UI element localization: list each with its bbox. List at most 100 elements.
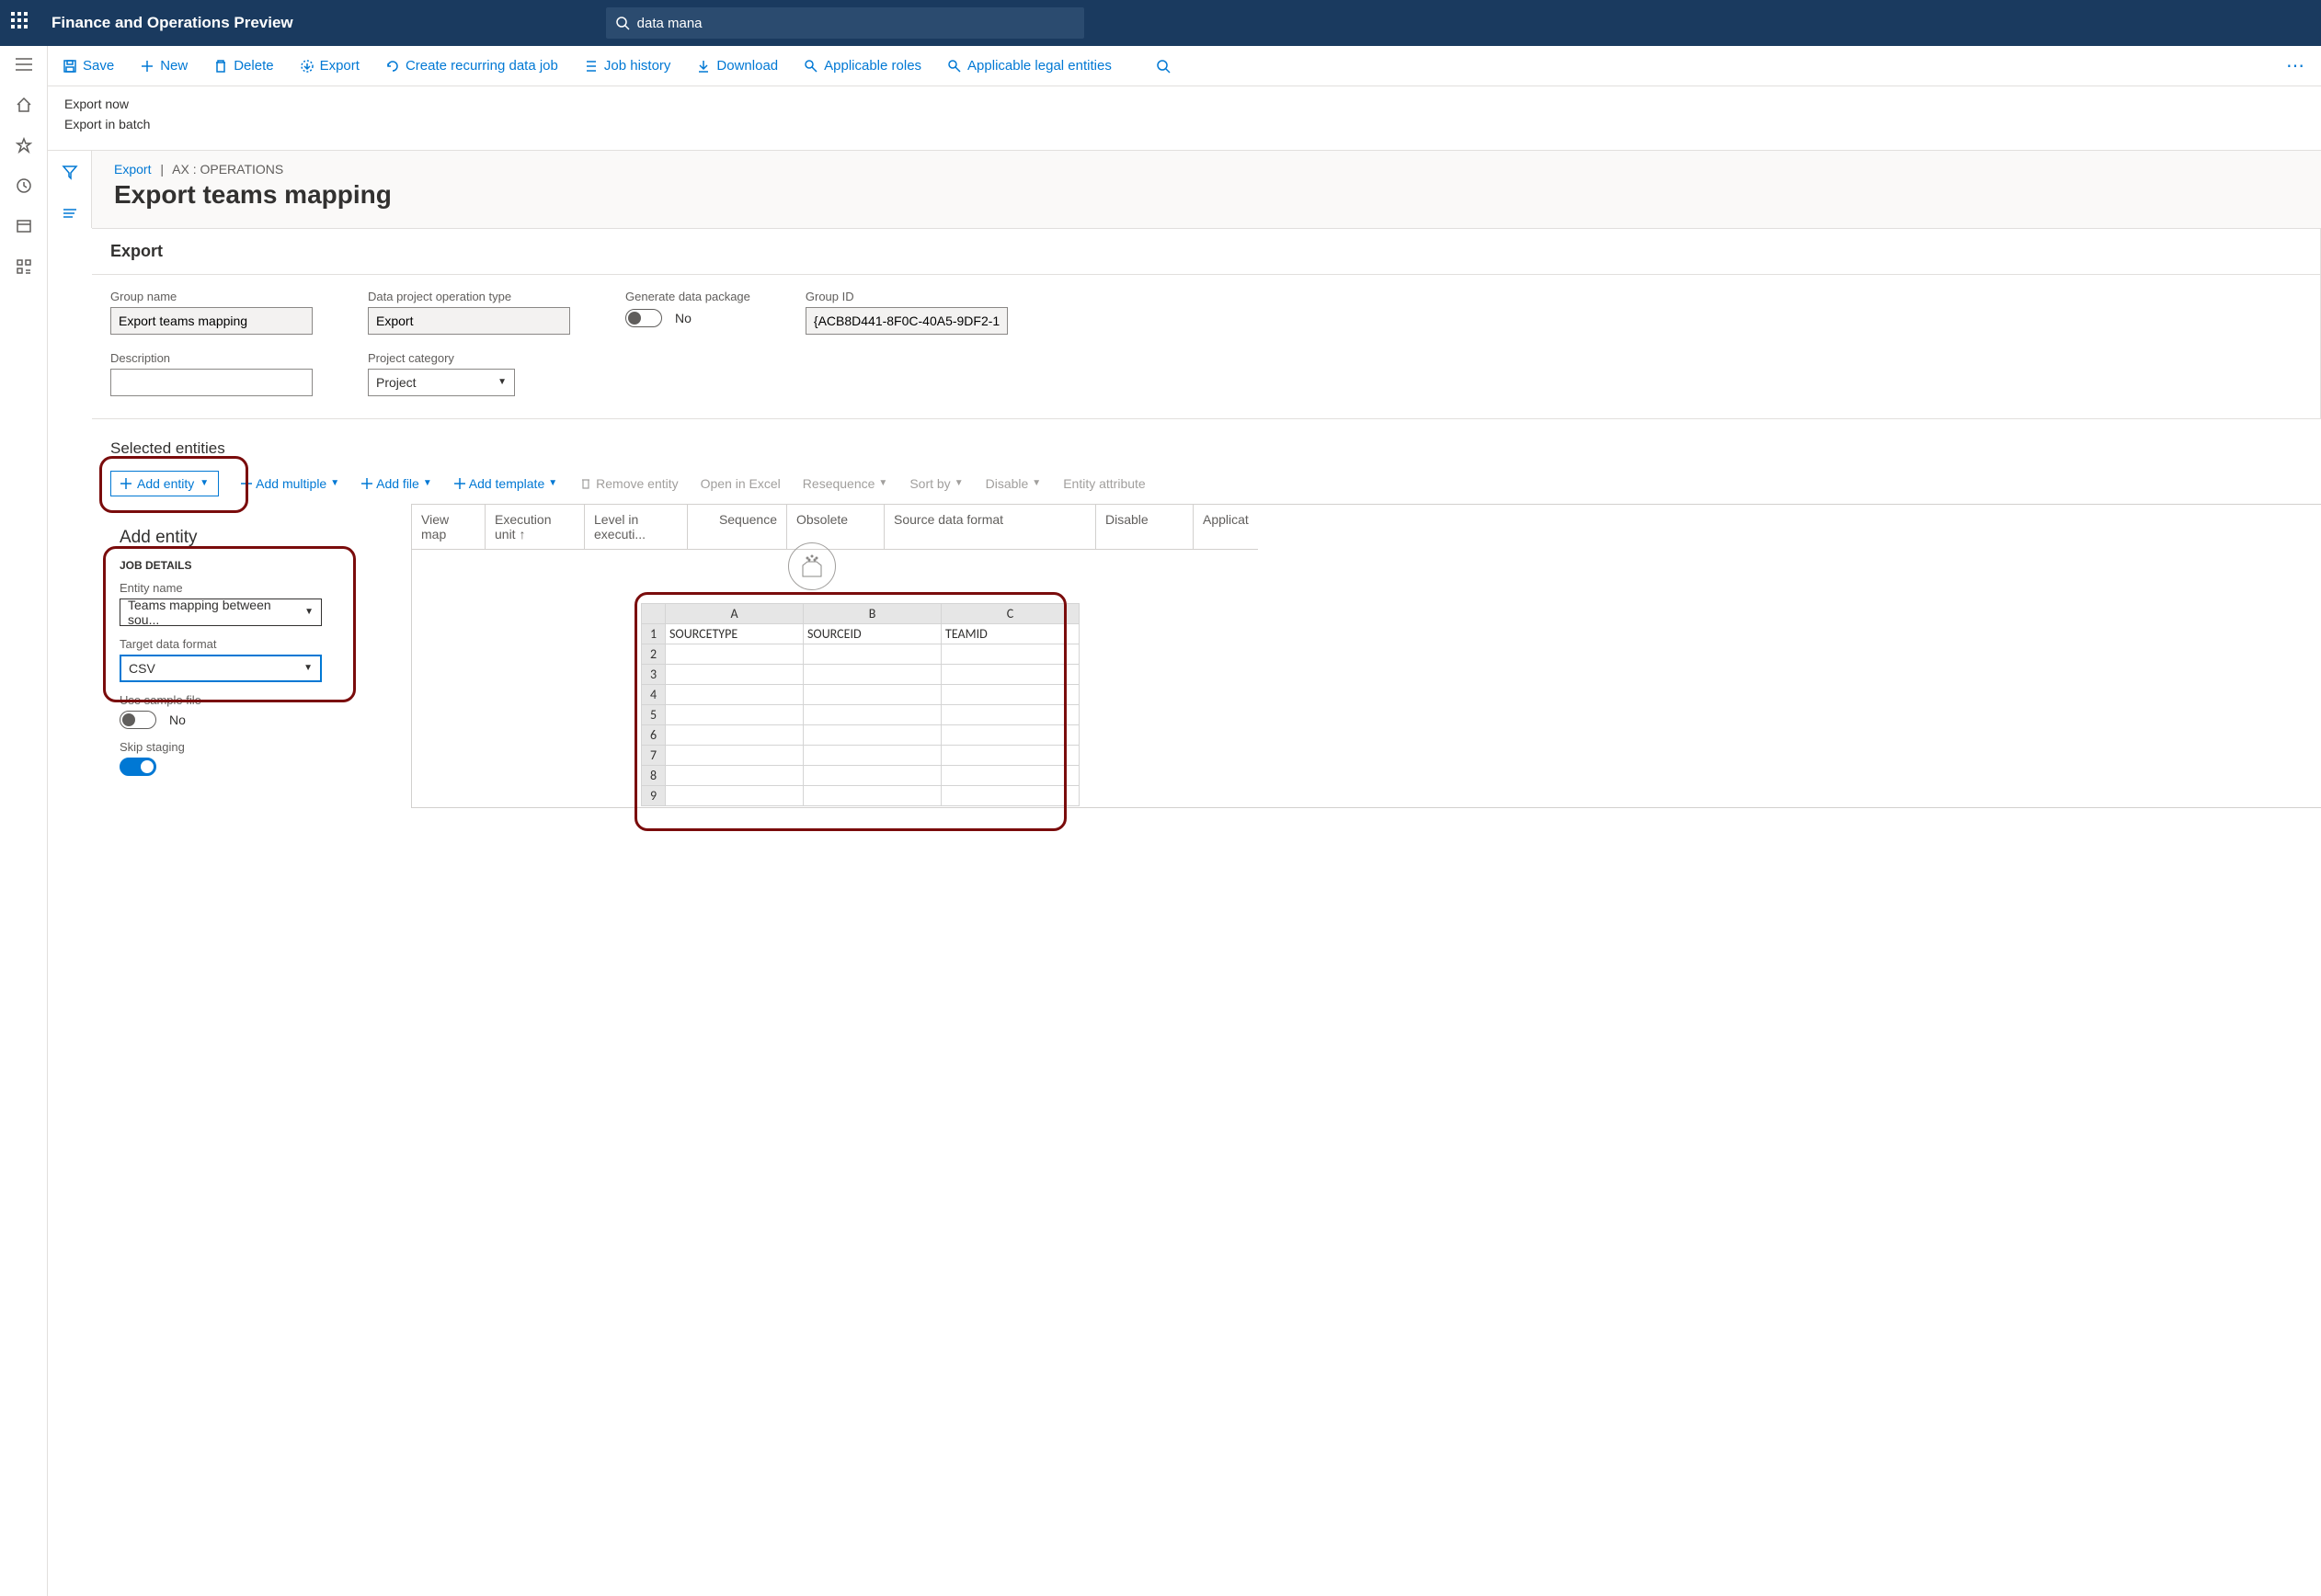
cell[interactable] [942,664,1080,684]
cell[interactable] [666,644,804,664]
cell[interactable] [666,785,804,805]
disable-button[interactable]: Disable▼ [986,476,1042,491]
open-in-excel-button[interactable]: Open in Excel [701,476,781,491]
cell[interactable] [666,664,804,684]
cell[interactable] [804,724,942,745]
remove-entity-button[interactable]: Remove entity [579,476,678,491]
project-category-select[interactable]: Project▼ [368,369,515,396]
cell[interactable] [804,785,942,805]
cell[interactable] [666,724,804,745]
job-history-button[interactable]: Job history [584,58,671,74]
list-icon[interactable] [62,207,78,222]
more-commands-icon[interactable]: ⋯ [2286,54,2306,77]
col-header-c[interactable]: C [942,603,1080,623]
new-button[interactable]: New [140,58,188,74]
skip-staging-toggle[interactable] [120,758,156,776]
download-button[interactable]: Download [696,58,778,74]
add-entity-button[interactable]: Add entity ▼ [110,471,219,496]
entity-attribute-button[interactable]: Entity attribute [1063,476,1146,491]
cell[interactable] [666,684,804,704]
cell[interactable] [804,765,942,785]
project-category-label: Project category [368,351,570,365]
row-header[interactable]: 8 [642,765,666,785]
download-label: Download [716,58,778,74]
cell[interactable] [804,644,942,664]
col-disable[interactable]: Disable [1096,505,1194,550]
target-format-select[interactable]: CSV▼ [120,655,322,682]
row-header[interactable]: 1 [642,623,666,644]
sort-by-button[interactable]: Sort by▼ [909,476,963,491]
recent-icon[interactable] [15,177,33,195]
col-application[interactable]: Applicat [1194,505,1258,550]
modules-icon[interactable] [15,257,33,276]
search-box[interactable] [606,7,1084,39]
cell[interactable] [942,785,1080,805]
row-header[interactable]: 4 [642,684,666,704]
cell[interactable] [666,765,804,785]
col-level[interactable]: Level in executi... [585,505,688,550]
row-header[interactable]: 6 [642,724,666,745]
cell[interactable] [942,644,1080,664]
target-format-value: CSV [129,661,155,676]
workspaces-icon[interactable] [15,217,33,235]
group-id-input[interactable] [806,307,1008,335]
row-header[interactable]: 3 [642,664,666,684]
use-sample-toggle[interactable] [120,711,156,729]
cell[interactable] [942,704,1080,724]
generate-package-toggle[interactable] [625,309,662,327]
row-header[interactable]: 9 [642,785,666,805]
col-obsolete[interactable]: Obsolete [787,505,885,550]
export-button[interactable]: Export [300,58,360,74]
add-multiple-button[interactable]: Add multiple▼ [241,476,339,491]
save-button[interactable]: Save [63,58,114,74]
col-header-a[interactable]: A [666,603,804,623]
cell[interactable] [942,765,1080,785]
cell[interactable] [804,704,942,724]
app-launcher-icon[interactable] [11,12,33,34]
cell-b1[interactable]: SOURCEID [804,623,942,644]
skip-staging-label: Skip staging [120,740,340,754]
hamburger-icon[interactable] [15,55,33,74]
spreadsheet-preview: A B C 1SOURCETYPESOURCEIDTEAMID 2 3 4 5 … [641,603,1080,806]
row-header[interactable]: 2 [642,644,666,664]
row-header[interactable]: 7 [642,745,666,765]
cell-a1[interactable]: SOURCETYPE [666,623,804,644]
search-command-icon[interactable] [1156,59,1171,74]
cell[interactable] [666,704,804,724]
export-in-batch-link[interactable]: Export in batch [64,114,2304,134]
row-header[interactable]: 5 [642,704,666,724]
create-recurring-button[interactable]: Create recurring data job [385,58,558,74]
sheet-corner[interactable] [642,603,666,623]
cell-c1[interactable]: TEAMID [942,623,1080,644]
resequence-button[interactable]: Resequence▼ [803,476,888,491]
description-input[interactable] [110,369,313,396]
cell[interactable] [942,724,1080,745]
export-section-title: Export [92,229,2320,275]
filter-icon[interactable] [62,164,78,183]
col-execution-unit[interactable]: Execution unit ↑ [486,505,585,550]
add-template-button[interactable]: Add template▼ [454,476,557,491]
search-input[interactable] [637,16,1075,31]
cell[interactable] [666,745,804,765]
applicable-legal-entities-button[interactable]: Applicable legal entities [947,58,1112,74]
group-name-input[interactable] [110,307,313,335]
applicable-roles-button[interactable]: Applicable roles [804,58,921,74]
operation-type-input[interactable] [368,307,570,335]
group-id-label: Group ID [806,290,1008,303]
col-sequence[interactable]: Sequence [688,505,787,550]
col-source-format[interactable]: Source data format [885,505,1096,550]
cell[interactable] [942,745,1080,765]
add-file-button[interactable]: Add file▼ [361,476,432,491]
entity-name-select[interactable]: Teams mapping between sou...▼ [120,598,322,626]
breadcrumb-export[interactable]: Export [114,162,151,177]
home-icon[interactable] [15,96,33,114]
favorites-icon[interactable] [15,136,33,154]
cell[interactable] [804,745,942,765]
col-header-b[interactable]: B [804,603,942,623]
cell[interactable] [942,684,1080,704]
cell[interactable] [804,664,942,684]
export-now-link[interactable]: Export now [64,94,2304,114]
col-view-map[interactable]: View map [412,505,486,550]
delete-button[interactable]: Delete [213,58,273,74]
cell[interactable] [804,684,942,704]
